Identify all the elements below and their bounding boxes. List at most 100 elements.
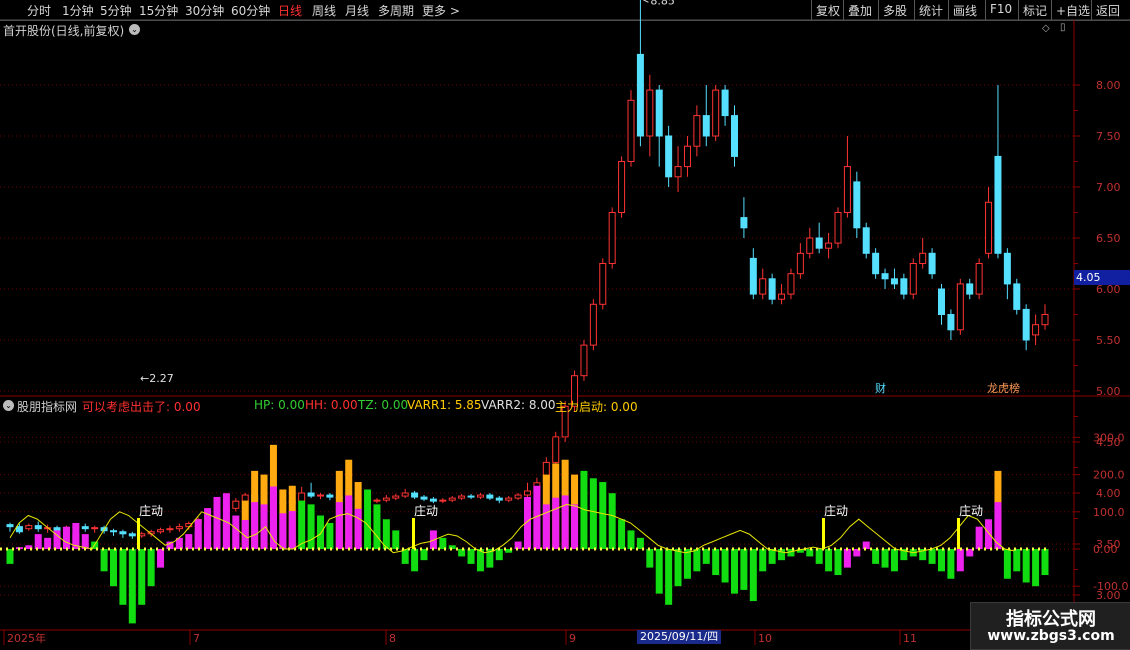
- candle-body: [317, 494, 324, 497]
- indicator-bar: [1013, 549, 1021, 572]
- indicator-tick-label: 200.0: [1093, 469, 1125, 482]
- indicator-bar: [693, 549, 701, 572]
- candle-body: [1032, 324, 1040, 336]
- indicator-bar: [279, 513, 287, 549]
- indicator-bar: [34, 534, 42, 549]
- indicator-bar: [731, 549, 738, 594]
- candle-body: [900, 278, 908, 295]
- indicator-bar: [683, 549, 691, 579]
- zhuangdong-bar: [957, 518, 960, 549]
- indicator-bar: [110, 549, 117, 587]
- indicator-tick-label: 300.0: [1093, 431, 1125, 444]
- candle-body: [589, 303, 597, 346]
- indicator-bar: [6, 549, 14, 564]
- candle-body: [1013, 283, 1021, 310]
- candle-body: [53, 527, 61, 532]
- candle-body: [853, 181, 861, 229]
- candle-body: [825, 242, 833, 249]
- panel-toggle-icon[interactable]: ▯: [1060, 22, 1066, 33]
- candle-body: [6, 524, 14, 528]
- indicator-bar: [467, 549, 475, 564]
- indicator-bar: [1003, 549, 1011, 579]
- candle-body: [326, 494, 334, 498]
- candle-body: [439, 499, 447, 502]
- indicator-tick-label: 100.0: [1093, 506, 1125, 519]
- candle-body: [467, 495, 475, 498]
- indicator-value-0: 可以考虑出击了: 0.00: [82, 400, 201, 414]
- chart-dropdown-icon[interactable]: ⌄: [129, 24, 140, 35]
- indicator-bar: [335, 502, 343, 549]
- candle-body: [947, 314, 955, 331]
- candle-body: [1022, 308, 1030, 341]
- indicator-bar: [119, 549, 127, 605]
- indicator-bar: [307, 504, 315, 549]
- candle-body: [373, 499, 381, 502]
- zhuangdong-label-3: 庄动: [959, 503, 983, 518]
- indicator-dropdown-icon[interactable]: ⌄: [3, 400, 14, 411]
- indicator-bar: [542, 504, 550, 549]
- candle-body: [552, 436, 560, 463]
- candle-body: [843, 166, 851, 214]
- indicator-bar: [213, 517, 221, 549]
- indicator-value-3: TZ: 0.00: [358, 398, 409, 412]
- candle-body: [778, 293, 786, 300]
- indicator-bar: [778, 549, 786, 561]
- indicator-bar: [392, 530, 400, 549]
- indicator-bar: [44, 537, 52, 549]
- indicator-bar: [194, 531, 202, 549]
- indicator-bar: [928, 549, 936, 564]
- candle-body: [81, 526, 89, 530]
- indicator-bar: [185, 534, 193, 549]
- indicator-name: 股朋指标网: [17, 400, 78, 414]
- indicator-bar: [100, 549, 108, 572]
- candle-body: [890, 278, 898, 285]
- indicator-value-2: HH: 0.00: [305, 398, 358, 412]
- candle-body: [505, 497, 513, 501]
- candle-body: [34, 525, 42, 530]
- candle-body: [674, 166, 682, 178]
- indicator-bar: [674, 549, 682, 587]
- candle-body: [429, 498, 437, 502]
- candle-body: [740, 217, 748, 229]
- cursor-date-tag: 2025/09/11/四: [637, 630, 722, 644]
- indicator-bar: [749, 549, 757, 602]
- indicator-bar: [740, 549, 748, 590]
- candle-body: [15, 526, 23, 533]
- candle-body: [731, 115, 738, 157]
- indicator-bar: [712, 549, 720, 576]
- candle-body: [486, 494, 494, 499]
- candle-body: [166, 528, 174, 531]
- indicator-bar: [646, 549, 654, 568]
- candle-body: [392, 495, 400, 499]
- candle-body: [524, 490, 531, 496]
- candle-body: [721, 89, 729, 117]
- candle-body: [938, 288, 945, 315]
- candle-body: [646, 89, 654, 137]
- high-pointer: [642, 0, 649, 3]
- indicator-bar: [608, 493, 616, 549]
- indicator-bar: [890, 549, 898, 572]
- indicator-bar: [636, 537, 644, 549]
- candle-body: [919, 252, 927, 265]
- diamond-icon[interactable]: ◇: [1042, 23, 1050, 34]
- watermark: 指标公式网 www.zbgs3.com: [970, 602, 1130, 650]
- indicator-bar: [815, 549, 823, 564]
- indicator-bar: [702, 549, 710, 564]
- indicator-bar: [768, 549, 776, 564]
- indicator-bar: [298, 500, 306, 549]
- indicator-bar: [1022, 549, 1030, 583]
- indicator-bar: [232, 528, 240, 549]
- candle-body: [110, 530, 117, 533]
- price-tick-label: 7.00: [1096, 181, 1121, 194]
- candle-body: [787, 273, 795, 295]
- indicator-value-1: HP: 0.00: [254, 398, 305, 412]
- candle-body: [458, 495, 466, 499]
- candle-body: [909, 263, 917, 295]
- indicator-bar: [514, 541, 522, 549]
- indicator-tick-label: -100.0: [1093, 580, 1128, 593]
- indicator-bar: [1041, 549, 1049, 576]
- indicator-bar: [825, 549, 833, 572]
- candle-body: [975, 263, 983, 295]
- candle-body: [175, 526, 183, 530]
- indicator-bar: [655, 549, 663, 594]
